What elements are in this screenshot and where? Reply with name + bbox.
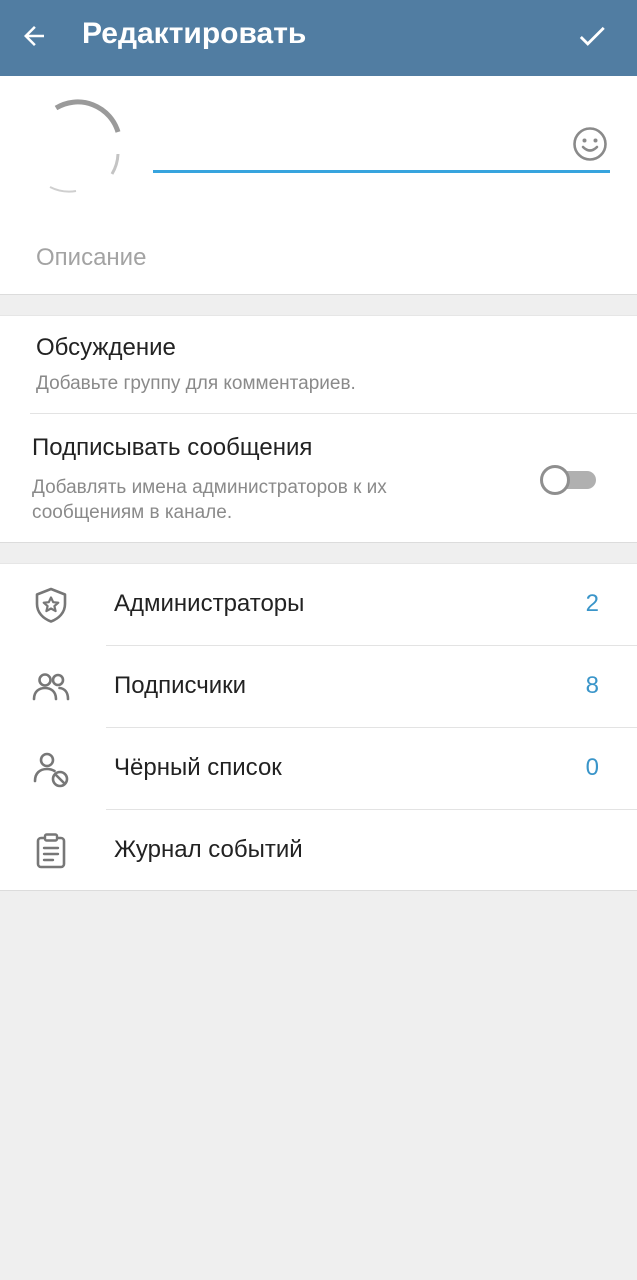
- sign-messages-toggle[interactable]: [540, 465, 596, 495]
- channel-management-section: Администраторы 2 Подписчики 8 Чёрный спи…: [0, 563, 637, 891]
- done-button[interactable]: [568, 12, 616, 60]
- channel-settings-section: Обсуждение Добавьте группу для комментар…: [0, 315, 637, 543]
- sign-messages-subtitle-line2: сообщениям в канале.: [32, 502, 233, 523]
- people-icon: [30, 666, 72, 708]
- sign-messages-row[interactable]: Подписывать сообщения Добавлять имена ад…: [0, 414, 637, 544]
- channel-profile-section: [0, 76, 637, 295]
- channel-name-input[interactable]: [153, 124, 563, 168]
- subscribers-count: 8: [585, 672, 599, 699]
- channel-avatar[interactable]: [28, 94, 128, 194]
- edit-channel-screen: Редактировать Описание Обсуждение Добавь…: [0, 0, 637, 1280]
- arrow-left-icon: [24, 26, 44, 46]
- user-blocked-icon: [30, 748, 72, 790]
- event-log-label: Журнал событий: [114, 836, 303, 863]
- channel-name-field: [153, 124, 610, 174]
- clipboard-icon: [30, 830, 72, 872]
- checkmark-icon: [579, 26, 605, 46]
- discussion-title: Обсуждение: [36, 334, 176, 361]
- sign-messages-title: Подписывать сообщения: [32, 434, 313, 461]
- name-field-underline: [153, 170, 610, 173]
- administrators-label: Администраторы: [114, 590, 305, 617]
- back-button[interactable]: [12, 14, 56, 58]
- discussion-subtitle: Добавьте группу для комментариев.: [36, 373, 356, 394]
- emoji-button[interactable]: [570, 124, 610, 164]
- subscribers-label: Подписчики: [114, 672, 247, 699]
- description-input[interactable]: [36, 238, 606, 278]
- blacklist-row[interactable]: Чёрный список 0: [0, 728, 637, 810]
- shield-star-icon: [30, 584, 72, 626]
- toggle-knob: [540, 465, 570, 495]
- sign-messages-subtitle-line1: Добавлять имена администраторов к их: [32, 477, 387, 498]
- event-log-row[interactable]: Журнал событий: [0, 810, 637, 892]
- app-bar: Редактировать: [0, 0, 637, 76]
- page-title: Редактировать: [82, 17, 307, 50]
- administrators-count: 2: [585, 590, 599, 617]
- discussion-row[interactable]: Обсуждение Добавьте группу для комментар…: [0, 316, 637, 413]
- blacklist-label: Чёрный список: [114, 754, 282, 781]
- subscribers-row[interactable]: Подписчики 8: [0, 646, 637, 728]
- administrators-row[interactable]: Администраторы 2: [0, 564, 637, 646]
- smile-icon: [573, 127, 607, 161]
- blacklist-count: 0: [585, 754, 599, 781]
